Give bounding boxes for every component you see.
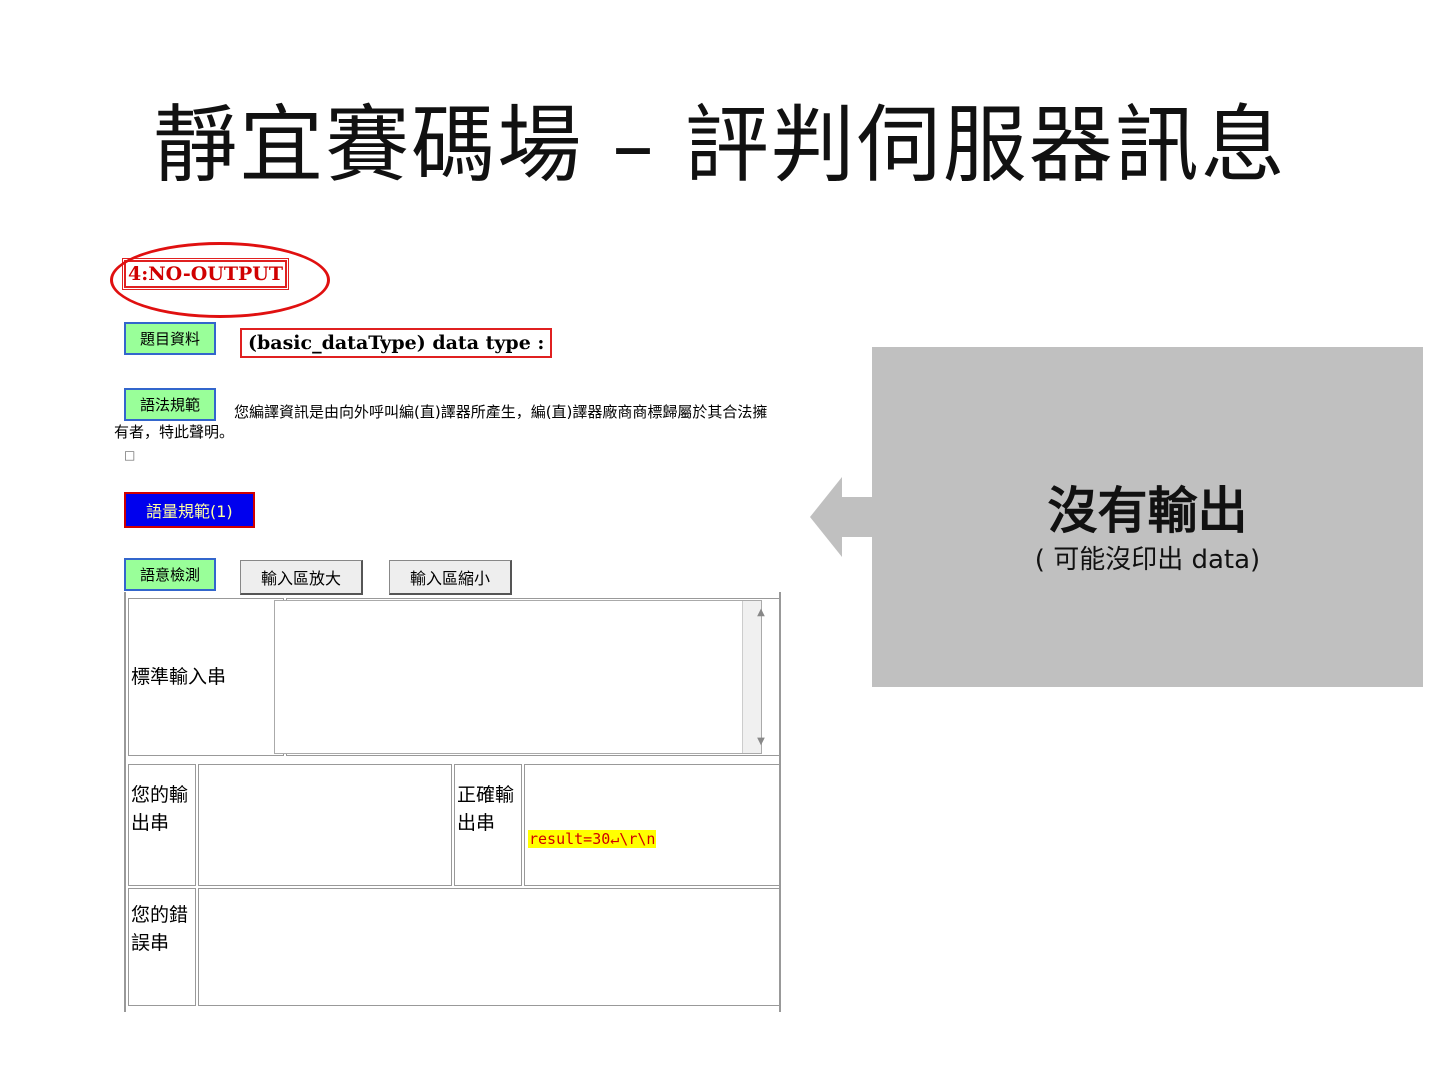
problem-type-label: (basic_dataType) data type : xyxy=(240,328,553,358)
checkbox-icon[interactable]: □ xyxy=(124,448,135,462)
expected-output-label: 正確輸出串 xyxy=(454,764,522,886)
your-output-cell xyxy=(198,764,452,886)
slide-title: 靜宜賽碼場 – 評判伺服器訊息 xyxy=(153,96,1287,194)
shrink-input-button[interactable]: 輸入區縮小 xyxy=(389,560,513,595)
judge-screenshot: 4:NO-OUTPUT 題目資料 (basic_dataType) data t… xyxy=(108,240,788,1012)
expected-output-cell xyxy=(524,764,780,886)
enlarge-input-button[interactable]: 輸入區放大 xyxy=(240,560,364,595)
scroll-down-icon[interactable]: ▼ xyxy=(752,736,770,747)
stdin-input[interactable]: ▲ ▼ xyxy=(274,600,765,754)
callout-arrow-shaft xyxy=(842,497,872,537)
semantic-button[interactable]: 語意檢測 xyxy=(124,558,217,591)
scroll-up-icon[interactable]: ▲ xyxy=(752,607,770,618)
callout-arrow-icon xyxy=(810,477,842,557)
status-area: 4:NO-OUTPUT xyxy=(110,242,330,318)
your-output-label: 您的輸出串 xyxy=(128,764,196,886)
callout-subtitle: ( 可能沒印出 data) xyxy=(1034,545,1261,575)
stdin-scrollbar[interactable]: ▲ ▼ xyxy=(742,601,765,753)
problem-info-button[interactable]: 題目資料 xyxy=(124,322,217,355)
compiler-message: 您編譯資訊是由向外呼叫編(直)譯器所產生，編(直)譯器廠商商標歸屬於其合法擁有者… xyxy=(114,402,774,442)
stdin-label: 標準輸入串 xyxy=(128,598,284,756)
callout-title: 沒有輸出 xyxy=(1047,482,1248,540)
your-error-label: 您的錯誤串 xyxy=(128,888,196,1006)
compiler-message-text: 您編譯資訊是由向外呼叫編(直)譯器所產生，編(直)譯器廠商商標歸屬於其合法擁有者… xyxy=(114,403,768,441)
callout-box: 沒有輸出 ( 可能沒印出 data) xyxy=(872,347,1423,687)
expected-output-value: result=30↵\r\n xyxy=(528,830,657,848)
your-error-cell xyxy=(198,888,780,1006)
highlight-ellipse xyxy=(110,242,330,318)
lexical-button[interactable]: 語量規範(1) xyxy=(124,492,255,528)
